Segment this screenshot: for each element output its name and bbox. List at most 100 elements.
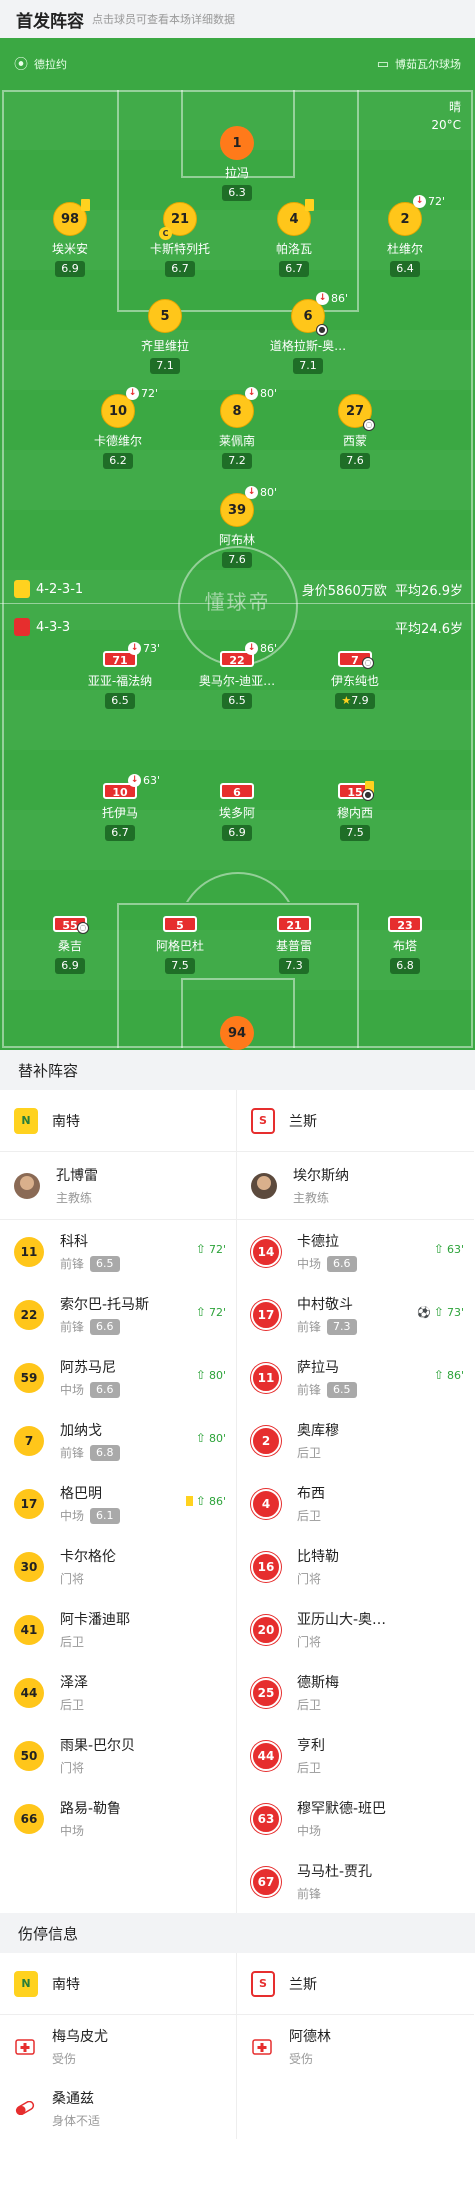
home-coach[interactable]: 孔博雷 主教练 (0, 1152, 236, 1220)
player-name: 西蒙 (342, 434, 367, 448)
away-player[interactable]: 22 ↓ 86' 奥马尔-迪亚… 6.5 (189, 642, 285, 709)
sub-player-row[interactable]: 17 格巴明 中场 6.1 ⇧ 86' (0, 1472, 236, 1535)
sub-player-row[interactable]: 4 布西 后卫 (237, 1472, 474, 1535)
sub-player-meta: 门将 (60, 1570, 116, 1587)
home-team-row[interactable]: N 南特 (0, 1090, 236, 1152)
away-injury-column: S 兰斯 阿德林 受伤 (237, 1953, 474, 2139)
injury-row[interactable]: 梅乌皮尤 受伤 (0, 2015, 236, 2077)
away-team-row[interactable]: S 兰斯 (237, 1090, 474, 1152)
sub-player-rating: 6.5 (90, 1255, 120, 1272)
home-player[interactable]: 27 ◌ 西蒙 7.6 (307, 394, 403, 469)
sub-player-position: 门将 (60, 1572, 85, 1586)
sub-player-info: 阿卡潘迪耶 后卫 (60, 1609, 130, 1650)
substitution: ↓ 63' (128, 774, 160, 787)
sub-player-row[interactable]: 44 泽泽 后卫 (0, 1661, 236, 1724)
sub-out-icon: ↓ (316, 292, 329, 305)
home-player[interactable]: 21 C 卡斯特列托 6.7 (132, 202, 228, 277)
sub-player-row[interactable]: 20 亚历山大-奥… 门将 (237, 1598, 474, 1661)
sub-player-row[interactable]: 11 萨拉马 前锋 6.5 ⇧ 86' (237, 1346, 474, 1409)
sub-player-row[interactable]: 63 穆罕默德-班巴 中场 (237, 1787, 474, 1850)
sub-player-row[interactable]: 25 德斯梅 后卫 (237, 1661, 474, 1724)
sub-player-position: 门将 (60, 1761, 85, 1775)
rating-value: 6.7 (285, 262, 303, 275)
player-rating: 6.9 (55, 261, 85, 277)
coach-name: 孔博雷 (56, 1168, 98, 1184)
away-player[interactable]: 10 ↓ 63' 托伊马 6.7 (72, 774, 168, 841)
jersey-number: 14 (251, 1236, 281, 1267)
venue-label: 博茹瓦尔球场 (395, 58, 461, 71)
player-name: 杜维尔 (386, 242, 423, 256)
home-team-row[interactable]: N 南特 (0, 1953, 236, 2015)
sub-player-row[interactable]: 7 加纳戈 前锋 6.8 ⇧ 80' (0, 1409, 236, 1472)
home-team-label: 德拉约 (34, 58, 67, 71)
injury-info: 阿德林 受伤 (289, 2026, 331, 2067)
sub-player-name: 比特勒 (297, 1549, 339, 1565)
away-player[interactable]: 94迪乌夫7.6 (189, 1016, 285, 1050)
sub-player-row[interactable]: 16 比特勒 门将 (237, 1535, 474, 1598)
sub-out-icon: ↓ (128, 642, 141, 655)
sub-player-row[interactable]: 17 中村敬斗 前锋 7.3 ⚽ ⇧ 73' (237, 1283, 474, 1346)
injury-row[interactable]: 桑通兹 身体不适 (0, 2077, 236, 2139)
sub-player-row[interactable]: 50 雨果-巴尔贝 门将 (0, 1724, 236, 1787)
home-player[interactable]: 1 拉冯 6.3 (189, 126, 285, 201)
rating-value: 6.9 (61, 959, 79, 972)
home-player[interactable]: 2 ↓ 72' 杜维尔 6.4 (357, 195, 453, 277)
player-name: 埃多阿 (218, 806, 255, 820)
away-player[interactable]: 15 ● 穆内西 7.5 (307, 781, 403, 841)
sub-player-row[interactable]: 66 路易-勒鲁 中场 (0, 1787, 236, 1850)
player-rating: 7.2 (222, 453, 252, 469)
away-player[interactable]: 23 布塔 6.8 (357, 914, 453, 974)
player-rating: 6.9 (55, 958, 85, 974)
home-player[interactable]: 98 埃米安 6.9 (22, 199, 118, 277)
sub-player-name: 加纳戈 (60, 1423, 102, 1439)
sub-player-position: 后卫 (297, 1509, 322, 1523)
sub-player-row[interactable]: 59 阿苏马尼 中场 6.6 ⇧ 80' (0, 1346, 236, 1409)
sub-player-meta: 中场 6.6 (297, 1255, 357, 1272)
player-name: 卡斯特列托 (149, 242, 210, 256)
sub-minute: 73' (143, 642, 161, 655)
away-coach[interactable]: 埃尔斯纳 主教练 (237, 1152, 474, 1220)
sub-player-row[interactable]: 30 卡尔格伦 门将 (0, 1535, 236, 1598)
avatar (14, 1172, 40, 1199)
away-player[interactable]: 55 ◌ 桑吉 6.9 (22, 914, 118, 974)
player-rating: 6.7 (279, 261, 309, 277)
home-player[interactable]: 4 帕洛瓦 6.7 (246, 199, 342, 277)
sub-player-name: 萨拉马 (297, 1360, 339, 1376)
sub-player-name: 亨利 (297, 1738, 325, 1754)
sub-in-icon: ⇧ (433, 1305, 444, 1319)
sub-player-row[interactable]: 14 卡德拉 中场 6.6 ⇧ 63' (237, 1220, 474, 1283)
avatar (251, 1172, 277, 1199)
sub-player-row[interactable]: 22 索尔巴-托马斯 前锋 6.6 ⇧ 72' (0, 1283, 236, 1346)
away-player[interactable]: 21 基普雷 7.3 (246, 914, 342, 974)
rating-value: 7.6 (346, 454, 364, 467)
away-player[interactable]: 6 埃多阿 6.9 (189, 781, 285, 841)
assist-icon: ◌ (362, 657, 374, 669)
sub-player-row[interactable]: 44 亨利 后卫 (237, 1724, 474, 1787)
home-player[interactable]: 8 ↓ 80' 莱佩南 7.2 (189, 387, 285, 469)
rating-value: 6.7 (111, 826, 129, 839)
jersey-number: 7 (14, 1425, 44, 1456)
away-player[interactable]: 7 ◌ 伊东纯也 ★7.9 (307, 649, 403, 709)
sub-player-name: 卡尔格伦 (60, 1549, 116, 1565)
sub-player-row[interactable]: 2 奥库穆 后卫 (237, 1409, 474, 1472)
sub-player-row[interactable]: 41 阿卡潘迪耶 后卫 (0, 1598, 236, 1661)
sub-player-row[interactable]: 11 科科 前锋 6.5 ⇧ 72' (0, 1220, 236, 1283)
substitution: ↓ 86' (316, 292, 348, 305)
sub-player-info: 萨拉马 前锋 6.5 (297, 1357, 357, 1398)
sub-event: ⇧ 86' (185, 1494, 226, 1508)
home-player[interactable]: 10 ↓ 72' 卡德维尔 6.2 (70, 387, 166, 469)
injury-row[interactable]: 阿德林 受伤 (237, 2015, 474, 2077)
home-player[interactable]: 6 ● ↓ 86' 道格拉斯-奥… 7.1 (260, 292, 356, 374)
home-player[interactable]: 39 ↓ 80' 阿布林 7.6 (189, 486, 285, 568)
away-player[interactable]: 71 ↓ 73' 亚亚-福法纳 6.5 (72, 642, 168, 709)
sub-player-row[interactable]: 67 马马杜-贾孔 前锋 (237, 1850, 474, 1913)
jersey-number: 21 C (159, 202, 197, 240)
home-player[interactable]: 5 齐里维拉 7.1 (117, 299, 213, 374)
sub-player-meta: 后卫 (297, 1507, 325, 1524)
away-player[interactable]: 5 阿格巴杜 7.5 (132, 914, 228, 974)
sub-in-minute: 63' (446, 1242, 464, 1256)
away-team-logo: S (251, 1970, 275, 1997)
away-team-name: 兰斯 (289, 1113, 317, 1130)
away-team-logo: S (251, 1107, 275, 1134)
away-team-row[interactable]: S 兰斯 (237, 1953, 474, 2015)
